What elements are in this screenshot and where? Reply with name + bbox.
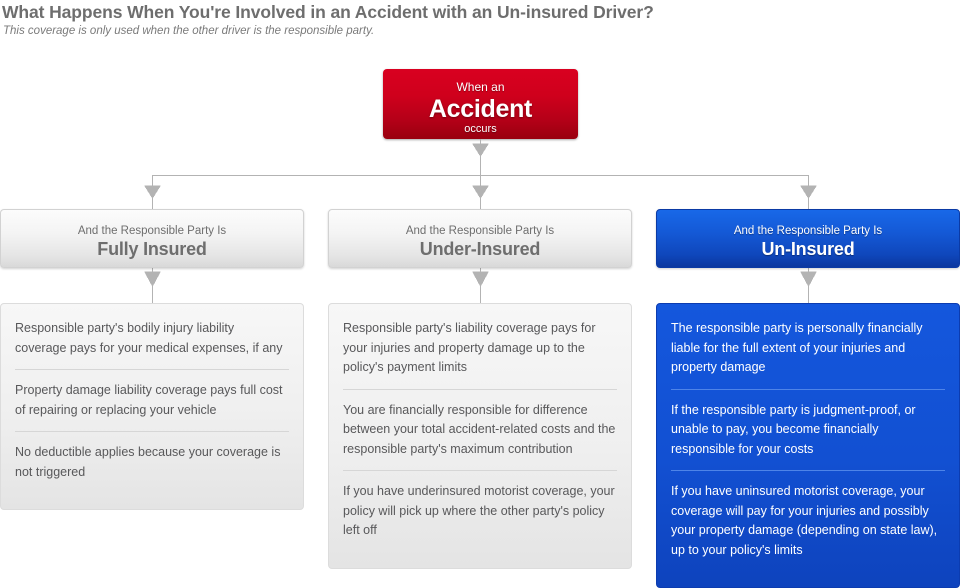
body-arrowhead-left [144, 271, 161, 288]
list-item: Responsible party's liability coverage p… [343, 321, 596, 374]
list-item: Responsible party's bodily injury liabil… [15, 321, 283, 355]
list-item: If you have underinsured motorist covera… [343, 470, 617, 552]
branch-header-fully-insured[interactable]: And the Responsible Party Is Fully Insur… [0, 209, 304, 268]
branch-column-un-insured: And the Responsible Party Is Un-Insured … [656, 209, 960, 588]
branch-body-fully-insured: Responsible party's bodily injury liabil… [0, 303, 304, 510]
list-item: Property damage liability coverage pays … [15, 369, 289, 431]
root-node-line1: When an [456, 80, 505, 94]
list-item: The responsible party is personally fina… [671, 321, 923, 374]
list-item: If the responsible party is judgment-pro… [671, 388, 945, 471]
branch-kicker: And the Responsible Party Is [733, 225, 883, 237]
branch-title: Fully Insured [97, 239, 207, 259]
branch-header-under-insured[interactable]: And the Responsible Party Is Under-Insur… [328, 209, 632, 268]
branch-title: Under-Insured [419, 239, 541, 259]
root-node-line3: occurs [464, 123, 497, 135]
list-item: If you have uninsured motorist coverage,… [671, 470, 945, 571]
branch-kicker: And the Responsible Party Is [77, 225, 227, 237]
branch-kicker: And the Responsible Party Is [405, 225, 555, 237]
page-title: What Happens When You're Involved in an … [2, 2, 654, 22]
branch-column-under-insured: And the Responsible Party Is Under-Insur… [328, 209, 632, 569]
branch-title: Un-Insured [761, 239, 855, 259]
trunk-arrowhead [472, 143, 489, 157]
accident-root-node: When an Accident occurs [383, 69, 578, 139]
branch-arrowhead-right [800, 185, 817, 199]
branch-arrowhead-center [472, 185, 489, 199]
branch-body-under-insured: Responsible party's liability coverage p… [328, 303, 632, 569]
branch-header-un-insured[interactable]: And the Responsible Party Is Un-Insured [656, 209, 960, 268]
root-node-line2: Accident [428, 95, 533, 123]
branch-body-un-insured: The responsible party is personally fina… [656, 303, 960, 588]
list-item: No deductible applies because your cover… [15, 431, 289, 493]
branch-column-fully-insured: And the Responsible Party Is Fully Insur… [0, 209, 304, 510]
body-arrowhead-center [472, 271, 489, 288]
page-subtitle: This coverage is only used when the othe… [3, 25, 375, 37]
list-item: You are financially responsible for diff… [343, 388, 617, 471]
branch-arrowhead-left [144, 185, 161, 199]
body-arrowhead-right [800, 271, 817, 288]
